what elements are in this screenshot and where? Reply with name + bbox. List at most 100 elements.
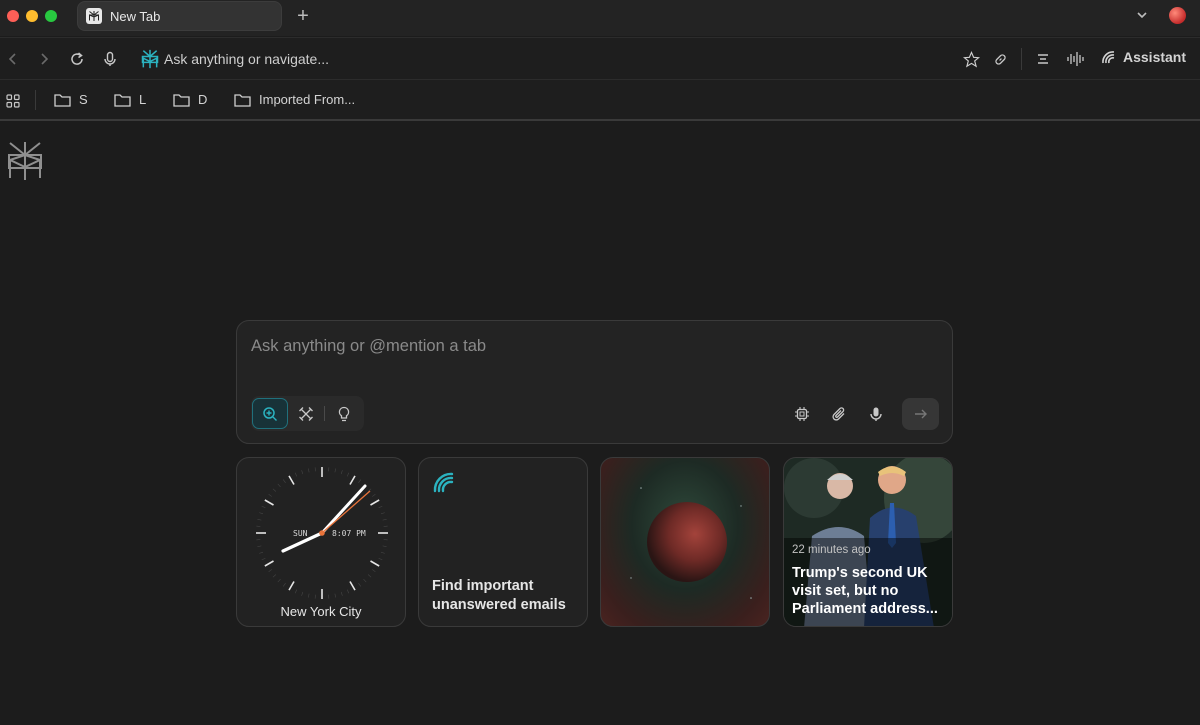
microphone-icon[interactable] bbox=[866, 404, 886, 424]
clock-minute-tick bbox=[257, 545, 262, 548]
forward-icon[interactable] bbox=[35, 50, 53, 68]
navigation-toolbar: Ask anything or navigate... Assistant bbox=[0, 37, 1200, 79]
clock-minute-tick bbox=[358, 582, 362, 587]
clock-minute-tick bbox=[340, 591, 343, 596]
clock-minute-tick bbox=[371, 493, 376, 497]
clock-minute-tick bbox=[277, 483, 281, 488]
email-text-line: Find important bbox=[432, 578, 534, 594]
link-icon[interactable] bbox=[991, 50, 1009, 68]
space-image-card[interactable] bbox=[600, 457, 770, 627]
new-tab-button[interactable]: + bbox=[293, 5, 313, 27]
mode-divider bbox=[324, 406, 325, 421]
news-timestamp: 22 minutes ago bbox=[792, 544, 871, 556]
clock-minute-tick bbox=[307, 468, 310, 473]
clock-digital-time: 8:07 PM bbox=[332, 529, 366, 538]
bookmark-folder-d[interactable]: D bbox=[173, 92, 207, 107]
clock-minute-tick bbox=[282, 582, 286, 587]
news-headline: Trump's second UK visit set, but no Parl… bbox=[792, 565, 938, 617]
clock-hour-tick bbox=[288, 475, 295, 485]
bookmarks-divider bbox=[35, 90, 36, 110]
news-card[interactable]: 22 minutes ago Trump's second UK visit s… bbox=[783, 457, 953, 627]
clock-minute-tick bbox=[257, 518, 262, 521]
voice-waveform-icon[interactable] bbox=[1066, 50, 1084, 68]
assistant-icon bbox=[1102, 51, 1115, 64]
clock-minute-tick bbox=[259, 551, 264, 554]
clock-minute-tick bbox=[334, 468, 337, 473]
bookmark-folder-l[interactable]: L bbox=[114, 92, 146, 107]
search-icon bbox=[263, 406, 277, 421]
clock-hour-tick bbox=[370, 560, 380, 567]
bookmarks-bar: S L D Imported From... bbox=[0, 79, 1200, 121]
clock-minute-tick bbox=[358, 479, 362, 484]
assistant-icon bbox=[432, 471, 456, 495]
clock-minute-tick bbox=[382, 545, 387, 548]
clock-minute-tick bbox=[282, 479, 286, 484]
clock-center bbox=[319, 530, 325, 536]
bookmark-folder-s[interactable]: S bbox=[54, 92, 88, 107]
bookmark-folder-imported[interactable]: Imported From... bbox=[234, 92, 355, 107]
clock-minute-tick bbox=[268, 569, 273, 573]
clock-widget[interactable]: SUN 8:07 PM New York City bbox=[236, 457, 406, 627]
clock-minute-tick bbox=[334, 593, 337, 598]
attach-paperclip-icon[interactable] bbox=[829, 404, 849, 424]
planet-image bbox=[630, 487, 752, 599]
clock-hour-tick bbox=[349, 475, 356, 485]
clock-hour-tick bbox=[288, 581, 295, 591]
bookmark-label: L bbox=[139, 92, 147, 107]
clock-minute-tick bbox=[367, 574, 372, 578]
minimize-window-button[interactable] bbox=[26, 10, 38, 22]
microphone-icon[interactable] bbox=[101, 50, 119, 68]
close-window-button[interactable] bbox=[7, 10, 19, 22]
assistant-button[interactable]: Assistant bbox=[1100, 49, 1186, 65]
clock-minute-hand bbox=[320, 484, 367, 535]
perplexity-logo-icon bbox=[140, 49, 160, 69]
email-suggestion-card[interactable]: Find important unanswered emails bbox=[418, 457, 588, 627]
clock-minute-tick bbox=[380, 512, 385, 515]
model-chip-icon[interactable] bbox=[792, 404, 812, 424]
labs-mode-button[interactable] bbox=[326, 398, 362, 429]
clock-minute-tick bbox=[261, 557, 266, 561]
clock-hour-tick bbox=[370, 499, 380, 506]
clock-minute-tick bbox=[346, 472, 350, 477]
clock-minute-tick bbox=[380, 551, 385, 554]
ask-composer[interactable]: Ask anything or @mention a tab bbox=[236, 320, 953, 444]
omnibox-input[interactable]: Ask anything or navigate... bbox=[164, 51, 329, 67]
menu-lines-icon[interactable] bbox=[1034, 50, 1052, 68]
analog-clock: SUN 8:07 PM bbox=[256, 467, 388, 599]
bookmark-label: D bbox=[198, 92, 208, 107]
clock-minute-tick bbox=[346, 589, 350, 594]
back-icon[interactable] bbox=[4, 50, 22, 68]
clock-hour-tick bbox=[264, 560, 274, 567]
chevron-down-icon[interactable] bbox=[1135, 8, 1149, 22]
reload-icon[interactable] bbox=[68, 50, 86, 68]
apps-grid-icon[interactable] bbox=[6, 94, 20, 108]
clock-minute-tick bbox=[382, 518, 387, 521]
profile-avatar[interactable] bbox=[1169, 7, 1186, 24]
clock-minute-tick bbox=[272, 488, 277, 492]
clock-hour-tick bbox=[264, 499, 274, 506]
clock-minute-tick bbox=[371, 569, 376, 573]
send-button[interactable] bbox=[902, 398, 939, 430]
clock-minute-tick bbox=[272, 574, 277, 578]
clock-minute-tick bbox=[307, 593, 310, 598]
perplexity-logo-icon[interactable] bbox=[7, 141, 43, 181]
research-mode-button[interactable] bbox=[288, 398, 324, 429]
clock-city: New York City bbox=[280, 604, 362, 619]
maximize-window-button[interactable] bbox=[45, 10, 57, 22]
search-mode-button[interactable] bbox=[252, 398, 288, 429]
bookmark-star-icon[interactable] bbox=[962, 50, 980, 68]
arrow-right-icon bbox=[914, 409, 927, 419]
clock-second-hand bbox=[321, 490, 371, 534]
folder-icon bbox=[114, 93, 131, 107]
clock-minute-tick bbox=[261, 505, 266, 509]
clock-minute-tick bbox=[301, 591, 304, 596]
folder-icon bbox=[173, 93, 190, 107]
perplexity-favicon-icon bbox=[86, 8, 102, 24]
clock-minute-tick bbox=[277, 578, 281, 583]
clock-minute-tick bbox=[294, 472, 298, 477]
tab-new-tab[interactable]: New Tab bbox=[77, 1, 282, 31]
folder-icon bbox=[234, 93, 251, 107]
toolbar-divider bbox=[1021, 48, 1022, 70]
clock-minute-tick bbox=[363, 578, 367, 583]
ask-input[interactable]: Ask anything or @mention a tab bbox=[251, 337, 486, 356]
